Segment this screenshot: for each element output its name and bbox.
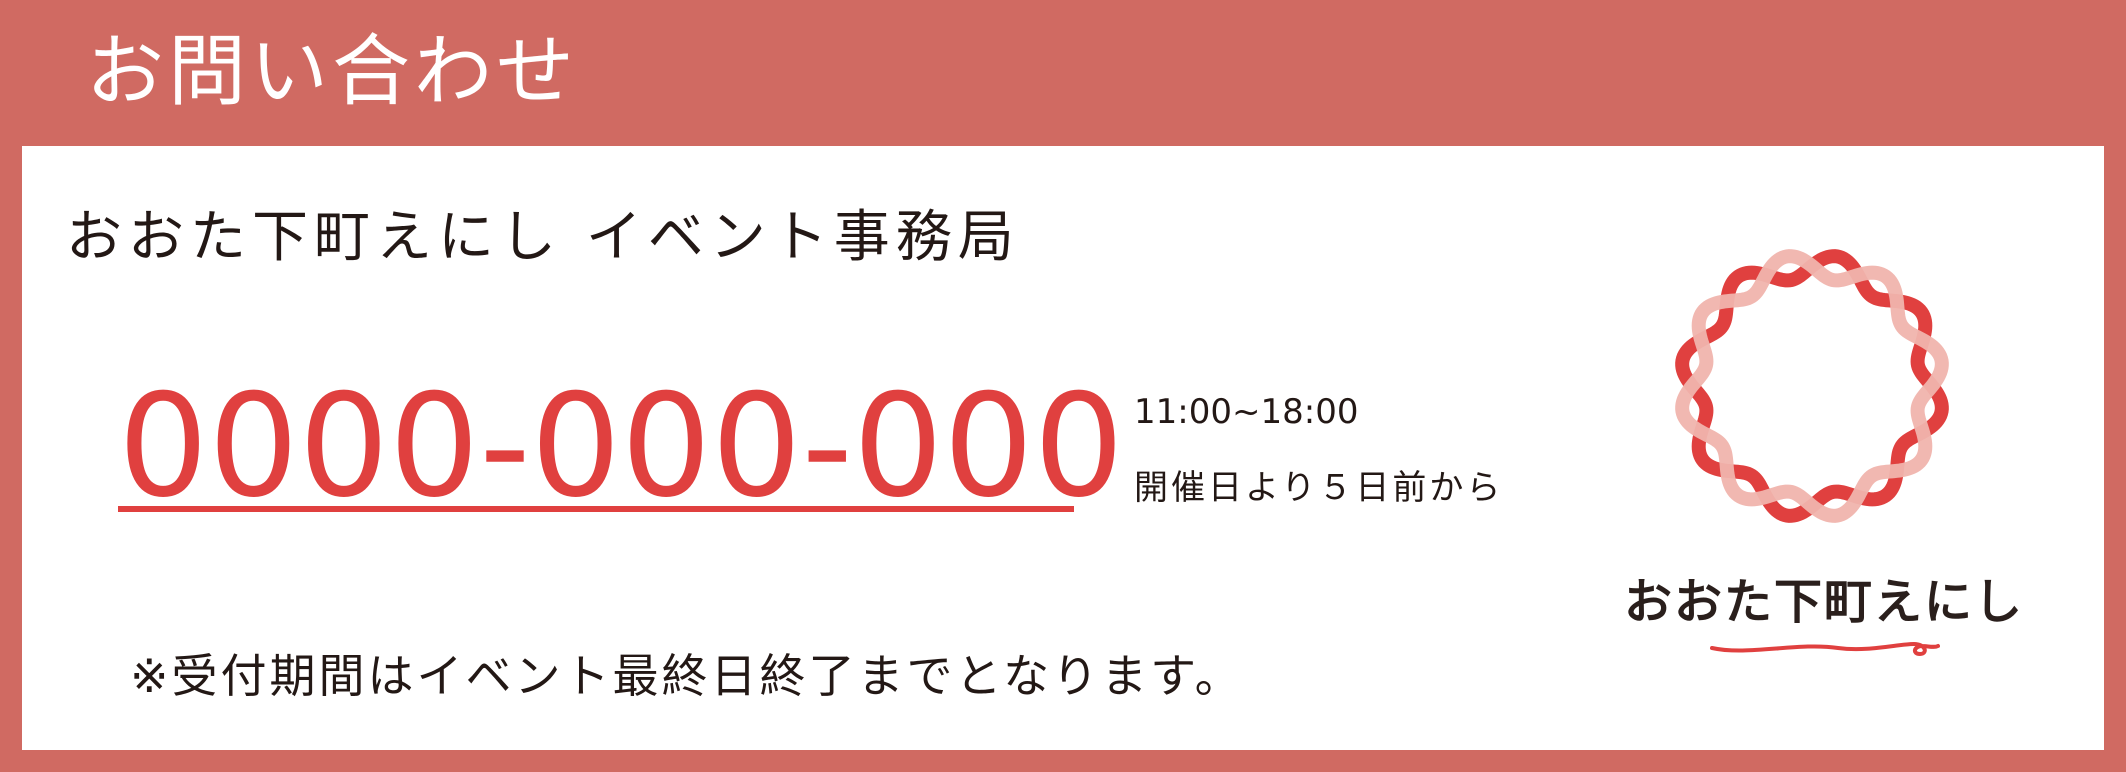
phone-underline — [118, 506, 1074, 512]
organization-name: おおた下町えにし イベント事務局 — [66, 205, 1020, 270]
phone-number-link[interactable]: 0000-000-000 — [118, 372, 1124, 522]
brand-logo: おおた下町えにし — [1604, 236, 2044, 676]
contact-banner: お問い合わせ おおた下町えにし イベント事務局 0000-000-000 11:… — [0, 0, 2126, 772]
page-title: お問い合わせ — [86, 27, 579, 117]
acceptance-period: 開催日より５日前から — [1134, 468, 1504, 508]
logo-text: おおた下町えにし — [1623, 574, 2024, 630]
business-hours: 11:00~18:00 — [1134, 392, 1359, 432]
acceptance-note: ※受付期間はイベント最終日終了までとなります。 — [130, 649, 1244, 703]
contact-panel: おおた下町えにし イベント事務局 0000-000-000 11:00~18:0… — [22, 146, 2104, 750]
squiggle-underline-icon — [1710, 641, 1940, 657]
ring-knot-logo-icon — [1675, 249, 1949, 523]
